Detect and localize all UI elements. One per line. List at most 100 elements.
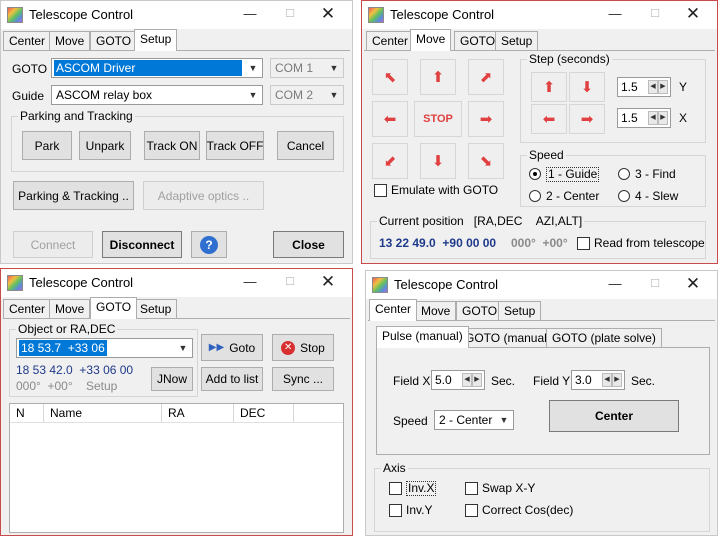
inv-y-label[interactable]: Inv.Y — [406, 503, 432, 517]
unpark-button[interactable]: Unpark — [79, 131, 131, 160]
speed-2-radio[interactable] — [529, 190, 541, 202]
tab-center[interactable]: Center — [366, 31, 415, 50]
read-from-telescope-label[interactable]: Read from telescope — [594, 236, 705, 250]
swap-xy-label[interactable]: Swap X-Y — [482, 481, 535, 495]
correct-cos-label[interactable]: Correct Cos(dec) — [482, 503, 573, 517]
move-se-button[interactable]: ⬊ — [468, 143, 504, 179]
step-left-button[interactable]: ⬅ — [531, 104, 567, 134]
subtab-goto-manual[interactable]: GOTO (manual) — [459, 328, 557, 347]
park-button[interactable]: Park — [22, 131, 72, 160]
speed-1-label[interactable]: 1 - Guide — [546, 167, 600, 182]
minimize-icon[interactable]: — — [232, 3, 268, 27]
titlebar[interactable]: Telescope Control — ☐ ✕ — [1, 1, 352, 29]
stop-button[interactable]: ✕ Stop — [272, 334, 334, 361]
tab-move[interactable]: Move — [410, 29, 452, 51]
tab-goto[interactable]: GOTO — [456, 301, 504, 320]
swap-xy-checkbox[interactable] — [465, 482, 478, 495]
tab-center[interactable]: Center — [369, 299, 418, 321]
close-icon[interactable]: ✕ — [675, 3, 711, 27]
step-right-button[interactable]: ➡ — [569, 104, 605, 134]
track-off-button[interactable]: Track OFF — [206, 131, 264, 160]
emulate-goto-label[interactable]: Emulate with GOTO — [391, 183, 498, 197]
tab-move[interactable]: Move — [49, 31, 91, 50]
correct-cos-checkbox[interactable] — [465, 504, 478, 517]
spin-right-icon[interactable]: ▶ — [612, 373, 622, 387]
tab-center[interactable]: Center — [3, 31, 52, 50]
minimize-icon[interactable]: — — [597, 3, 633, 27]
tab-setup[interactable]: Setup — [134, 29, 178, 51]
speed-4-label[interactable]: 4 - Slew — [635, 189, 678, 203]
sync-button[interactable]: Sync ... — [272, 367, 334, 391]
track-on-button[interactable]: Track ON — [144, 131, 200, 160]
read-from-telescope-checkbox[interactable] — [577, 237, 590, 250]
titlebar[interactable]: Telescope Control — ☐ ✕ — [1, 269, 352, 297]
object-input[interactable]: 18 53.7 +33 06 ▼ — [16, 338, 193, 358]
step-x-spinner[interactable]: 1.5 ◀ ▶ — [617, 108, 671, 128]
tab-setup[interactable]: Setup — [498, 301, 542, 320]
move-south-button[interactable]: ⬇ — [420, 143, 456, 179]
tab-center[interactable]: Center — [3, 299, 52, 318]
speed-1-radio[interactable] — [529, 168, 541, 180]
goto-button[interactable]: ▶▶ Goto — [201, 334, 263, 361]
guide-port-select[interactable]: COM 2 ▼ — [270, 85, 344, 105]
move-ne-button[interactable]: ⬈ — [468, 59, 504, 95]
titlebar[interactable]: Telescope Control — ☐ ✕ — [366, 271, 717, 299]
move-west-button[interactable]: ⬅ — [372, 101, 408, 137]
tab-move[interactable]: Move — [49, 299, 91, 318]
step-up-button[interactable]: ⬆ — [531, 72, 567, 102]
emulate-goto-checkbox[interactable] — [374, 184, 387, 197]
tab-setup[interactable]: Setup — [495, 31, 539, 50]
close-icon[interactable]: ✕ — [675, 273, 711, 297]
spin-right-icon[interactable]: ▶ — [472, 373, 482, 387]
adaptive-optics-button[interactable]: Adaptive optics .. — [143, 181, 264, 210]
goto-driver-select[interactable]: ASCOM Driver ▼ — [51, 58, 263, 78]
tab-goto[interactable]: GOTO — [90, 297, 138, 319]
cancel-button[interactable]: Cancel — [277, 131, 334, 160]
move-nw-button[interactable]: ⬉ — [372, 59, 408, 95]
speed-3-label[interactable]: 3 - Find — [635, 167, 676, 181]
minimize-icon[interactable]: — — [597, 273, 633, 297]
object-list[interactable]: N Name RA DEC — [9, 403, 344, 533]
tab-goto[interactable]: GOTO — [90, 31, 138, 50]
speed-2-label[interactable]: 2 - Center — [546, 189, 599, 203]
spin-left-icon[interactable]: ◀ — [648, 111, 658, 125]
subtab-pulse[interactable]: Pulse (manual) — [376, 326, 469, 348]
tab-move[interactable]: Move — [415, 301, 457, 320]
speed-3-radio[interactable] — [618, 168, 630, 180]
move-sw-button[interactable]: ⬋ — [372, 143, 408, 179]
center-button[interactable]: Center — [549, 400, 679, 432]
move-east-button[interactable]: ➡ — [468, 101, 504, 137]
close-button[interactable]: Close — [273, 231, 344, 258]
goto-port-select[interactable]: COM 1 ▼ — [270, 58, 344, 78]
spin-left-icon[interactable]: ◀ — [648, 80, 658, 94]
parking-tracking-button[interactable]: Parking & Tracking .. — [13, 181, 134, 210]
field-y-spinner[interactable]: 3.0 ◀ ▶ — [571, 370, 625, 390]
guide-driver-select[interactable]: ASCOM relay box ▼ — [51, 85, 263, 105]
speed-select[interactable]: 2 - Center ▼ — [434, 410, 514, 430]
spin-left-icon[interactable]: ◀ — [602, 373, 612, 387]
inv-x-label[interactable]: Inv.X — [406, 481, 437, 496]
step-down-button[interactable]: ⬇ — [569, 72, 605, 102]
help-button[interactable]: ? — [191, 231, 227, 258]
spin-right-icon[interactable]: ▶ — [658, 111, 668, 125]
tab-setup[interactable]: Setup — [134, 299, 178, 318]
column-header-n[interactable]: N — [10, 404, 44, 422]
titlebar[interactable]: Telescope Control — ☐ ✕ — [362, 1, 717, 29]
close-icon[interactable]: ✕ — [310, 271, 346, 295]
add-to-list-button[interactable]: Add to list — [201, 367, 263, 391]
close-icon[interactable]: ✕ — [310, 3, 346, 27]
spin-right-icon[interactable]: ▶ — [658, 80, 668, 94]
inv-y-checkbox[interactable] — [389, 504, 402, 517]
jnow-button[interactable]: JNow — [151, 367, 193, 391]
speed-4-radio[interactable] — [618, 190, 630, 202]
stop-button[interactable]: STOP — [414, 101, 462, 137]
connect-button[interactable]: Connect — [13, 231, 93, 258]
field-x-spinner[interactable]: 5.0 ◀ ▶ — [431, 370, 485, 390]
subtab-goto-plate[interactable]: GOTO (plate solve) — [546, 328, 662, 347]
inv-x-checkbox[interactable] — [389, 482, 402, 495]
minimize-icon[interactable]: — — [232, 271, 268, 295]
disconnect-button[interactable]: Disconnect — [102, 231, 182, 258]
move-north-button[interactable]: ⬆ — [420, 59, 456, 95]
spin-left-icon[interactable]: ◀ — [462, 373, 472, 387]
column-header-dec[interactable]: DEC — [234, 404, 294, 422]
